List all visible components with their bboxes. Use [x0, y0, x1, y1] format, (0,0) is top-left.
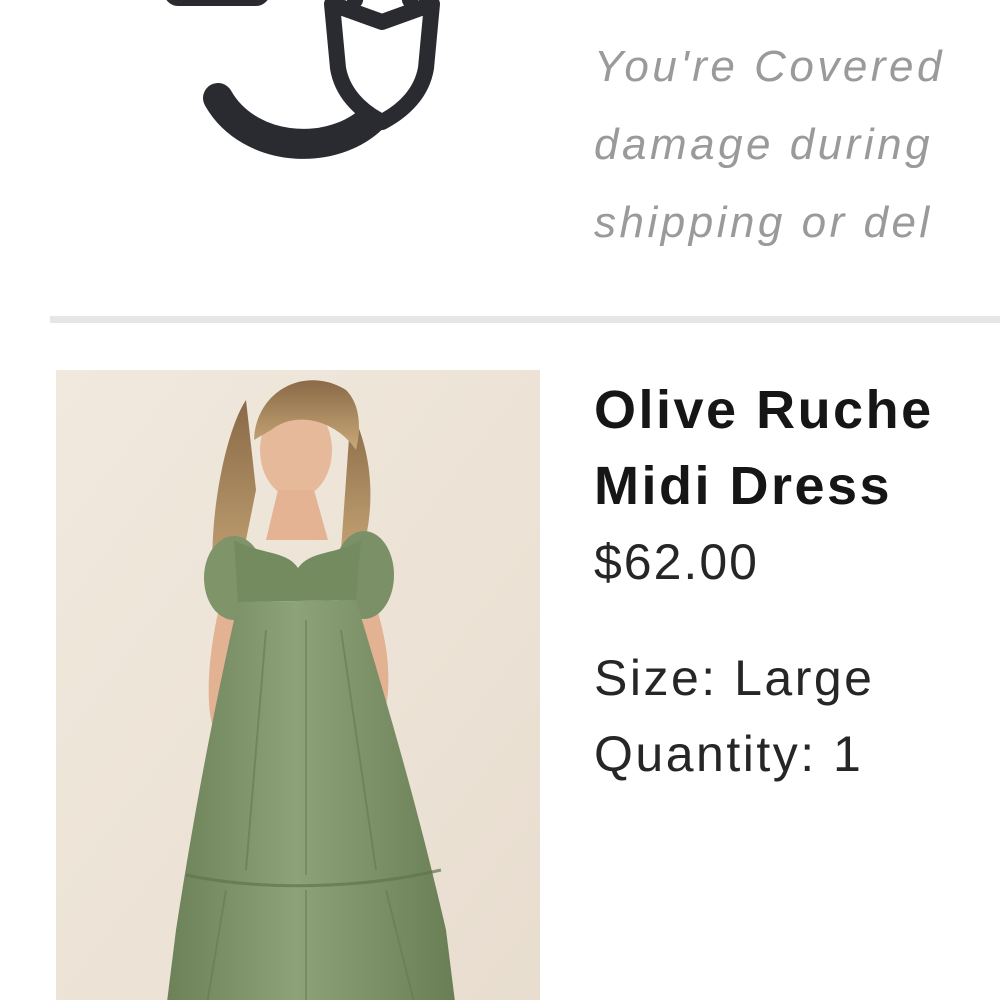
protection-line-2: damage during	[594, 120, 934, 169]
product-name-line-1: Olive Ruche	[594, 380, 934, 440]
product-image[interactable]	[56, 370, 540, 1000]
hand-shield-icon	[160, 0, 460, 180]
product-info: Olive Ruche Midi Dress $62.00 Size: Larg…	[594, 372, 1000, 792]
quantity-label: Quantity:	[594, 726, 817, 782]
product-name[interactable]: Olive Ruche Midi Dress	[594, 372, 1000, 524]
product-price: $62.00	[594, 534, 759, 590]
product-name-line-2: Midi Dress	[594, 456, 893, 516]
product-options: Size: Large Quantity: 1	[594, 640, 1000, 792]
size-label: Size:	[594, 650, 718, 706]
protection-line-3: shipping or del	[594, 198, 933, 247]
quantity-row: Quantity: 1	[594, 716, 1000, 792]
protection-description: You're Covered damage during shipping or…	[594, 28, 1000, 262]
size-value: Large	[734, 650, 875, 706]
section-divider	[50, 316, 1000, 323]
order-item-view: You're Covered damage during shipping or…	[0, 0, 1000, 1000]
quantity-value: 1	[833, 726, 864, 782]
protection-line-1: You're Covered	[594, 42, 945, 91]
size-row: Size: Large	[594, 640, 1000, 716]
